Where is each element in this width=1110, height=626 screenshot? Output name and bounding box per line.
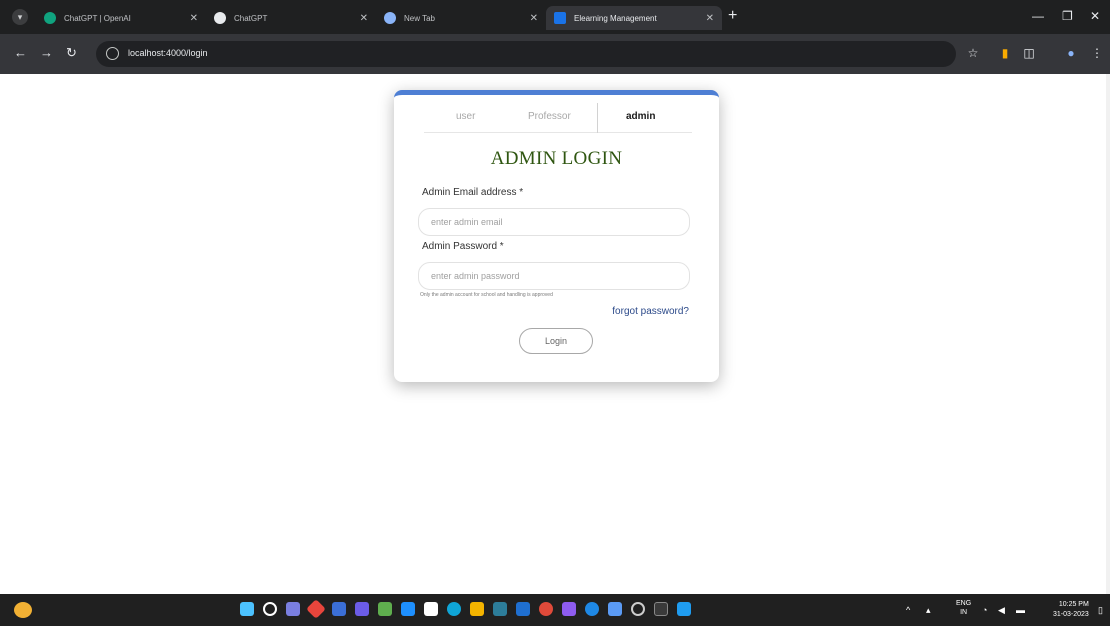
admin-password-field[interactable] (418, 262, 690, 290)
page-scrollbar[interactable] (1106, 74, 1110, 594)
app-icon[interactable] (539, 602, 553, 616)
login-button[interactable]: Login (519, 328, 593, 354)
forgot-password-link[interactable]: forgot password? (612, 306, 689, 317)
network-tray-icon[interactable]: ▴ (926, 604, 931, 616)
browser-tab[interactable]: ChatGPT ✕ (206, 6, 376, 30)
extensions-puzzle-icon[interactable]: ◫ (1022, 46, 1036, 60)
profile-avatar-icon[interactable]: ● (1064, 46, 1078, 60)
app-icon[interactable] (355, 602, 369, 616)
app-icon[interactable] (306, 599, 326, 619)
tab-professor[interactable]: Professor (528, 111, 571, 122)
vscode-icon[interactable] (677, 602, 691, 616)
language-region: IN (960, 609, 968, 616)
login-title: ADMIN LOGIN (490, 148, 623, 169)
address-bar[interactable]: localhost:4000/login (96, 41, 956, 67)
notification-icon[interactable]: ▯ (1098, 604, 1103, 616)
tab-admin[interactable]: admin (626, 111, 655, 122)
language-code: ENG (956, 600, 972, 607)
terminal-icon[interactable] (654, 602, 668, 616)
admin-hint-text: Only the admin account for school and ha… (420, 292, 553, 298)
tab-close-icon[interactable]: ✕ (530, 13, 538, 24)
clock-date: 31-03-2023 (1053, 611, 1089, 618)
windows-start-icon[interactable] (240, 602, 254, 616)
app-icon[interactable] (516, 602, 530, 616)
chatgpt-favicon-icon (214, 12, 226, 24)
app-icon[interactable] (493, 602, 507, 616)
tab-search-icon[interactable]: ▾ (12, 9, 28, 25)
chatgpt-favicon-icon (44, 12, 56, 24)
app-icon[interactable] (401, 602, 415, 616)
show-hidden-icons-icon[interactable]: ^ (906, 604, 910, 616)
forward-arrow-icon[interactable]: → (40, 46, 53, 60)
role-tabs: user Professor admin (424, 103, 692, 133)
volume-icon[interactable]: ◀ (998, 604, 1005, 616)
tab-close-icon[interactable]: ✕ (360, 13, 368, 24)
admin-email-field[interactable] (418, 208, 690, 236)
edge-icon[interactable] (447, 602, 461, 616)
settings-icon[interactable] (631, 602, 645, 616)
browser-tab[interactable]: ChatGPT | OpenAI ✕ (36, 6, 206, 30)
tab-title: New Tab (404, 13, 435, 23)
app-icon[interactable] (424, 602, 438, 616)
tab-title: Elearning Management (574, 13, 657, 23)
file-explorer-icon[interactable] (470, 602, 484, 616)
new-tab-favicon-icon (384, 12, 396, 24)
back-arrow-icon[interactable]: ← (14, 46, 27, 60)
tab-title: ChatGPT (234, 13, 268, 23)
system-clock[interactable]: 10:25 PM 31-03-2023 (1053, 600, 1089, 620)
email-label: Admin Email address * (422, 187, 524, 198)
address-bar-url[interactable]: localhost:4000/login (128, 48, 208, 58)
browser-tab-active[interactable]: Elearning Management ✕ (546, 6, 722, 30)
maximize-icon[interactable]: ❐ (1062, 9, 1073, 23)
battery-icon[interactable]: ▬ (1016, 604, 1025, 616)
search-icon[interactable] (263, 602, 277, 616)
app-favicon-icon (554, 12, 566, 24)
site-info-icon[interactable] (106, 47, 119, 60)
browser-tab[interactable]: New Tab ✕ (376, 6, 546, 30)
tab-divider (597, 103, 598, 133)
new-tab-button[interactable]: + (728, 8, 737, 24)
clock-time: 10:25 PM (1058, 601, 1089, 608)
login-card: user Professor admin ADMIN LOGIN Admin E… (394, 90, 719, 382)
taskbar: ^ ▴ ENG IN ◔ ◀ ▬ 10:25 PM 31-03-2023 ▯ (0, 594, 1110, 626)
app-icon[interactable] (332, 602, 346, 616)
copilot-icon[interactable] (286, 602, 300, 616)
bookmark-star-icon[interactable]: ☆ (966, 46, 980, 60)
app-icon[interactable] (608, 602, 622, 616)
visual-studio-icon[interactable] (562, 602, 576, 616)
minimize-icon[interactable]: — (1032, 9, 1044, 23)
weather-icon[interactable] (14, 602, 32, 618)
tab-close-icon[interactable]: ✕ (706, 13, 714, 24)
tab-user[interactable]: user (456, 111, 475, 122)
language-indicator[interactable]: ENG IN (956, 599, 971, 617)
browser-toolbar: ← → ↻ localhost:4000/login ☆ ▮ ◫ ● ⋮ (0, 34, 1110, 74)
browser-menu-icon[interactable]: ⋮ (1090, 46, 1104, 60)
extension-icon[interactable]: ▮ (998, 46, 1012, 60)
reload-icon[interactable]: ↻ (66, 46, 77, 60)
app-icon[interactable] (378, 602, 392, 616)
close-window-icon[interactable]: ✕ (1090, 9, 1100, 23)
password-label: Admin Password * (422, 241, 504, 252)
browser-tab-strip: ▾ ChatGPT | OpenAI ✕ ChatGPT ✕ New Tab ✕… (0, 0, 1110, 34)
wifi-icon[interactable]: ◔ (982, 604, 987, 616)
tab-title: ChatGPT | OpenAI (64, 13, 131, 23)
tab-close-icon[interactable]: ✕ (190, 13, 198, 24)
app-icon[interactable] (585, 602, 599, 616)
